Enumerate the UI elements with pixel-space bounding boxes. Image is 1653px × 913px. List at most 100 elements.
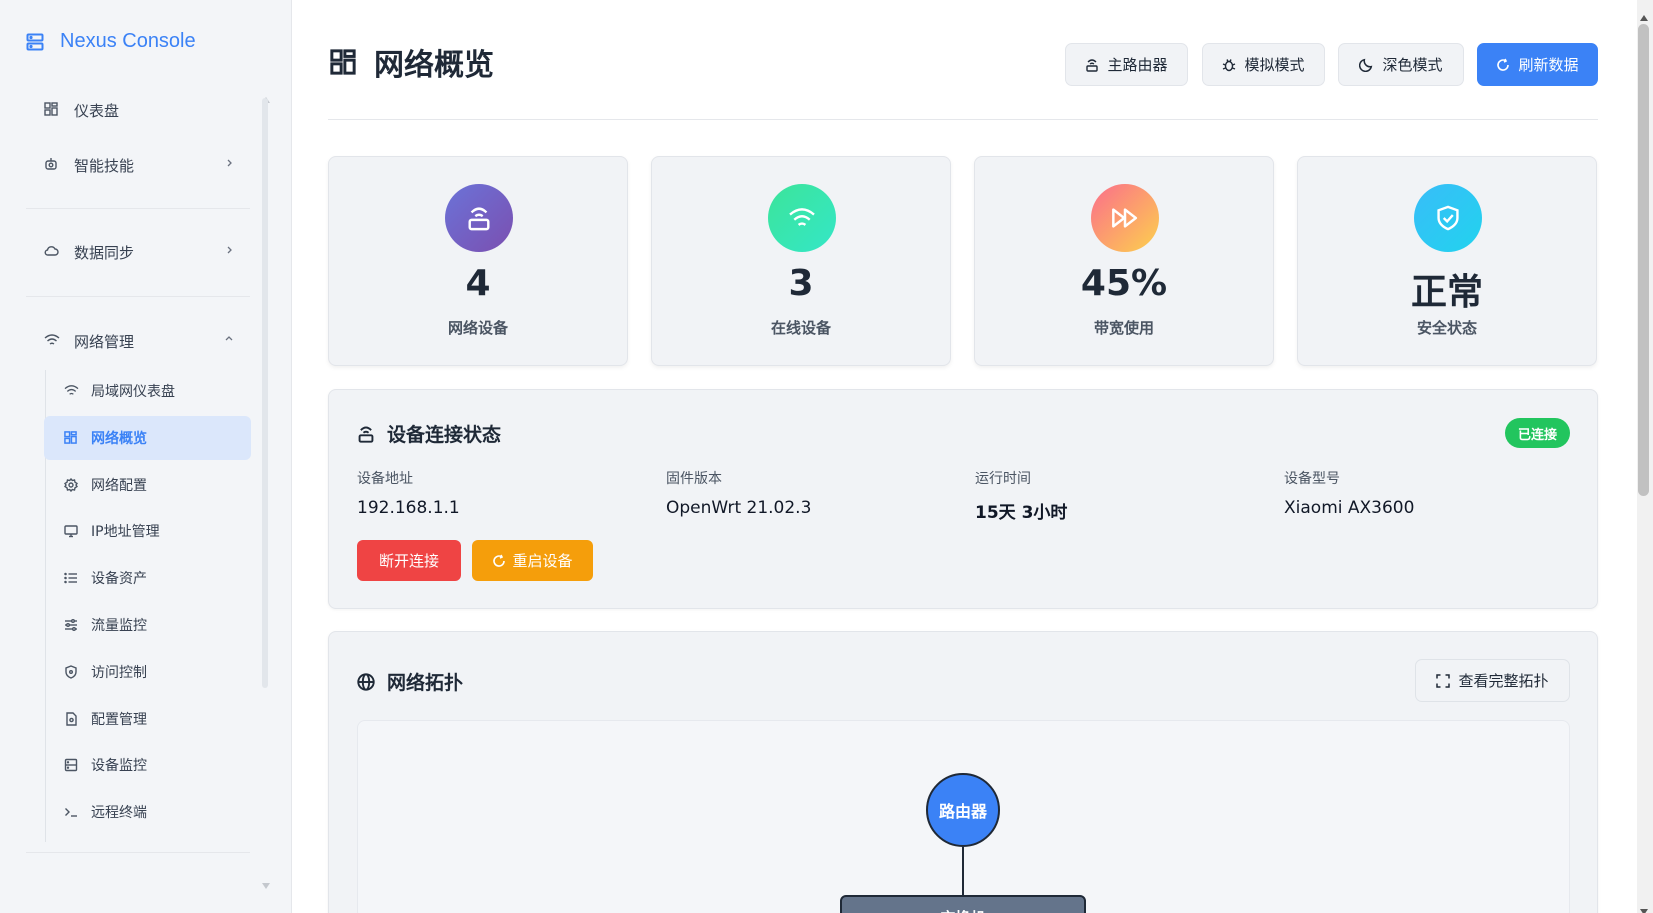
globe-icon: [357, 672, 375, 691]
cloud-icon: [44, 244, 60, 260]
view-full-topology-label: 查看完整拓扑: [1458, 672, 1549, 690]
scroll-up-icon[interactable]: [1640, 6, 1648, 21]
disconnect-label: 断开连接: [378, 552, 439, 570]
scroll-down-icon[interactable]: [1640, 900, 1648, 913]
sidebar-item-network[interactable]: 网络管理: [44, 325, 234, 357]
chevron-right-icon: [224, 158, 234, 168]
page-title: 网络概览: [330, 40, 494, 84]
sidebar-item-access-control[interactable]: 访问控制: [44, 650, 251, 694]
sidebar-item-remote-terminal[interactable]: 远程终端: [44, 790, 251, 834]
scrollbar-thumb[interactable]: [1638, 24, 1649, 496]
sidebar-item-label: 智能技能: [74, 156, 135, 175]
server-icon: [26, 33, 44, 50]
info-label: 运行时间: [975, 471, 1031, 487]
sliders-icon: [64, 618, 79, 633]
sidebar-item-network-overview[interactable]: 网络概览: [44, 416, 251, 460]
sidebar-item-skills[interactable]: 智能技能: [44, 149, 234, 181]
sidebar-item-label: IP地址管理: [91, 524, 160, 540]
reboot-button[interactable]: 重启设备: [472, 540, 593, 581]
server-icon: [64, 758, 79, 773]
shield-check-icon: [1414, 184, 1482, 252]
main-scrollbar[interactable]: [1637, 0, 1653, 913]
shield-icon: [64, 664, 79, 680]
stat-value: 正常: [1410, 272, 1483, 313]
sidebar-item-assets[interactable]: 设备资产: [44, 556, 251, 600]
sidebar-item-label: 网络概览: [91, 431, 147, 447]
refresh-data-label: 刷新数据: [1518, 56, 1579, 74]
stat-value: 45%: [1080, 263, 1168, 304]
sidebar-item-ip-management[interactable]: IP地址管理: [44, 509, 251, 553]
view-full-topology-button[interactable]: 查看完整拓扑: [1415, 659, 1570, 702]
stat-value: 4: [465, 263, 491, 304]
sidebar-item-sync[interactable]: 数据同步: [44, 236, 234, 268]
wifi-icon: [64, 384, 79, 399]
disconnect-button[interactable]: 断开连接: [357, 540, 461, 581]
stat-label: 带宽使用: [1093, 319, 1154, 337]
dark-mode-button[interactable]: 深色模式: [1338, 43, 1464, 86]
gear-icon: [64, 477, 79, 493]
sidebar-item-dashboard[interactable]: 仪表盘: [44, 94, 234, 126]
topology-router-node[interactable]: 路由器: [926, 773, 1000, 847]
header-divider: [328, 119, 1598, 120]
scroll-up-icon[interactable]: [262, 88, 270, 103]
sidebar-item-label: 网络管理: [74, 332, 135, 351]
sidebar-item-label: 网络配置: [91, 478, 147, 494]
refresh-icon: [493, 554, 506, 567]
panel-title: 网络拓扑: [357, 668, 463, 695]
divider: [26, 208, 250, 209]
main-content: 网络概览 主路由器 模拟模式 深色模式 刷新数据 4 网络设备 3 在线设备 4…: [292, 0, 1637, 913]
sidebar-item-label: 配置管理: [91, 712, 147, 728]
sidebar-item-traffic[interactable]: 流量监控: [44, 603, 251, 647]
router-select-label: 主路由器: [1107, 56, 1168, 74]
info-label: 设备型号: [1284, 471, 1340, 487]
refresh-data-button[interactable]: 刷新数据: [1477, 43, 1598, 86]
info-label: 设备地址: [357, 471, 413, 487]
file-settings-icon: [64, 711, 79, 727]
sidebar-item-network-config[interactable]: 网络配置: [44, 463, 251, 507]
topology-canvas: 路由器 交换机: [357, 720, 1570, 913]
sidebar-item-device-monitor[interactable]: 设备监控: [44, 743, 251, 787]
sidebar-item-label: 远程终端: [91, 805, 147, 821]
refresh-icon: [1497, 58, 1510, 71]
sidebar-item-label: 局域网仪表盘: [91, 384, 175, 400]
sidebar-item-config-management[interactable]: 配置管理: [44, 697, 251, 741]
router-icon: [1086, 58, 1099, 72]
scroll-down-icon[interactable]: [262, 874, 270, 889]
sidebar-item-label: 访问控制: [91, 665, 147, 681]
info-value: 192.168.1.1: [357, 498, 460, 518]
router-icon: [445, 184, 513, 252]
sidebar-item-label: 设备资产: [91, 571, 147, 587]
info-value: OpenWrt 21.02.3: [666, 498, 812, 518]
brand[interactable]: Nexus Console: [26, 30, 196, 53]
info-model: 设备型号 Xiaomi AX3600: [1284, 468, 1414, 518]
moon-icon: [1359, 58, 1373, 72]
stat-card-devices: 4 网络设备: [328, 156, 628, 366]
chevron-right-icon: [224, 245, 234, 255]
connection-panel: 设备连接状态 已连接 设备地址 192.168.1.1 固件版本 OpenWrt…: [328, 389, 1598, 609]
sidebar-item-label: 数据同步: [74, 243, 135, 262]
stat-card-bandwidth: 45% 带宽使用: [974, 156, 1274, 366]
dark-mode-label: 深色模式: [1382, 56, 1443, 74]
grid-icon: [44, 102, 60, 118]
sidebar-item-lan-dashboard[interactable]: 局域网仪表盘: [44, 369, 251, 413]
sidebar-scrollbar[interactable]: [262, 98, 268, 688]
topology-switch-node[interactable]: 交换机: [840, 895, 1086, 913]
reboot-label: 重启设备: [512, 552, 573, 570]
info-value: 15天 3小时: [975, 503, 1068, 523]
router-select-button[interactable]: 主路由器: [1065, 43, 1188, 86]
simulate-mode-button[interactable]: 模拟模式: [1202, 43, 1325, 86]
info-firmware: 固件版本 OpenWrt 21.02.3: [666, 468, 811, 518]
panel-title-text: 设备连接状态: [387, 424, 502, 446]
chevron-up-icon: [224, 334, 234, 344]
sidebar: Nexus Console 仪表盘 智能技能 数据同步 网络管理 局域网仪表盘 …: [0, 0, 292, 913]
stat-value: 3: [788, 263, 814, 304]
info-value: Xiaomi AX3600: [1284, 498, 1415, 518]
wifi-icon: [768, 184, 836, 252]
simulate-mode-label: 模拟模式: [1244, 56, 1305, 74]
divider: [26, 852, 250, 853]
monitor-icon: [64, 524, 79, 539]
page-title-text: 网络概览: [374, 48, 494, 83]
robot-icon: [44, 157, 60, 173]
stat-card-security: 正常 安全状态: [1297, 156, 1597, 366]
terminal-icon: [64, 805, 79, 820]
